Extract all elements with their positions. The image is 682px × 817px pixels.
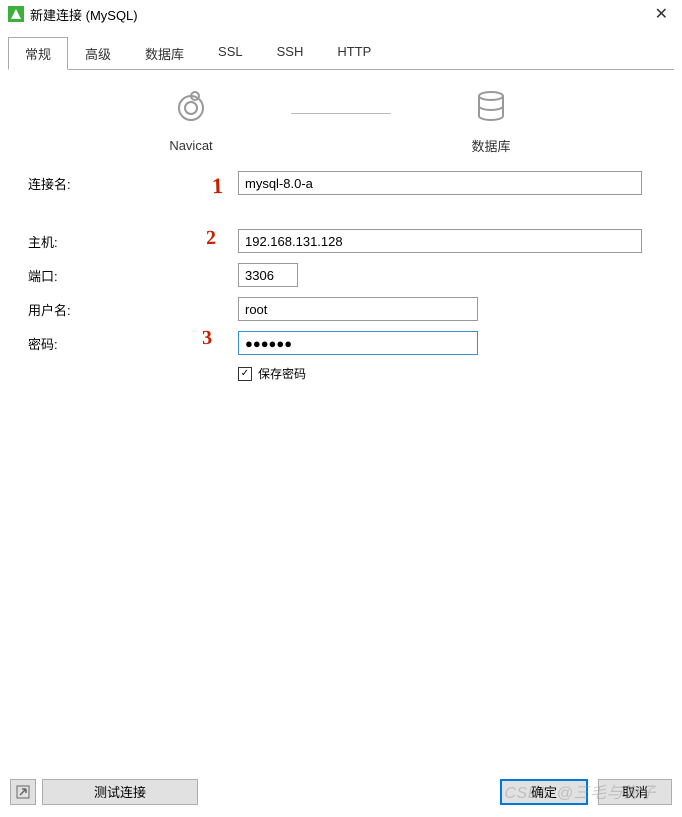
port-input[interactable] [238, 263, 298, 287]
database-icon [471, 88, 511, 128]
help-icon [16, 785, 30, 799]
navicat-app-icon [8, 6, 24, 22]
user-input[interactable] [238, 297, 478, 321]
ok-button[interactable]: 确定 [500, 779, 588, 805]
connection-name-label: 连接名: [28, 174, 238, 193]
tab-ssh[interactable]: SSH [260, 37, 321, 70]
footer: 测试连接 确定 取消 [0, 773, 682, 817]
save-password-checkbox[interactable]: ✓ [238, 367, 252, 381]
tab-ssl[interactable]: SSL [201, 37, 260, 70]
navicat-icon [171, 90, 211, 130]
help-button[interactable] [10, 779, 36, 805]
tab-database[interactable]: 数据库 [128, 37, 201, 70]
test-connection-button[interactable]: 测试连接 [42, 779, 198, 805]
diagram-database-label: 数据库 [471, 136, 510, 155]
tab-http[interactable]: HTTP [320, 37, 388, 70]
password-input[interactable] [238, 331, 478, 355]
form: 1 连接名: 2 主机: 端口: 用户名: 3 密码: ✓ 保存密码 [28, 171, 654, 382]
diagram-navicat-label: Navicat [169, 138, 212, 153]
content-panel: Navicat 数据库 1 连接名: 2 主机: 端口: 用户名: [0, 70, 682, 400]
save-password-label: 保存密码 [258, 365, 306, 382]
connection-name-input[interactable] [238, 171, 642, 195]
connection-diagram: Navicat 数据库 [28, 88, 654, 155]
tab-bar: 常规 高级 数据库 SSL SSH HTTP [8, 36, 674, 69]
host-label: 主机: [28, 232, 238, 251]
password-label: 密码: [28, 334, 238, 353]
cancel-button[interactable]: 取消 [598, 779, 672, 805]
host-input[interactable] [238, 229, 642, 253]
port-label: 端口: [28, 266, 238, 285]
close-icon[interactable]: ✕ [649, 2, 674, 26]
tab-general[interactable]: 常规 [8, 37, 68, 70]
user-label: 用户名: [28, 300, 238, 319]
tab-advanced[interactable]: 高级 [68, 37, 128, 70]
diagram-connector [291, 113, 391, 114]
window-title: 新建连接 (MySQL) [30, 5, 138, 24]
titlebar: 新建连接 (MySQL) ✕ [0, 0, 682, 28]
